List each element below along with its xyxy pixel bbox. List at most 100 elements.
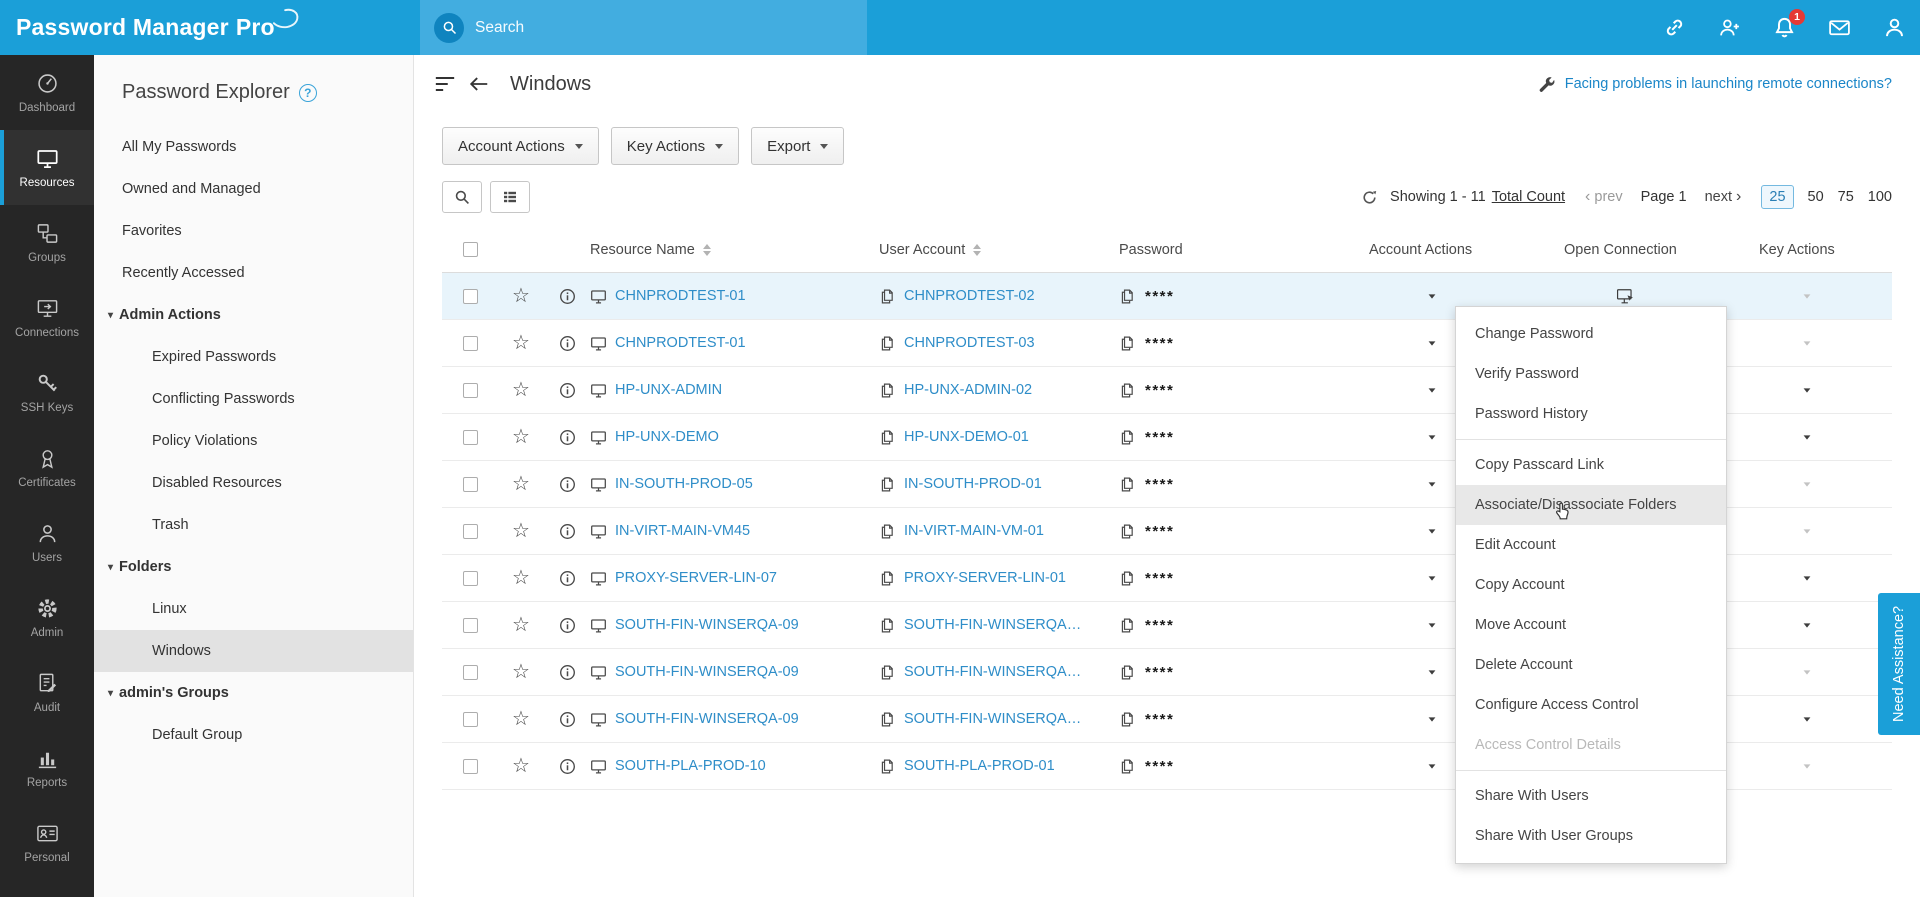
nav-item-connections[interactable]: Connections [0, 280, 94, 355]
info-icon[interactable] [559, 335, 576, 352]
menu-item-share-with-users[interactable]: Share With Users [1456, 776, 1726, 816]
key-actions-button[interactable] [1799, 575, 1811, 581]
resource-link[interactable]: IN-VIRT-MAIN-VM45 [615, 523, 750, 539]
explorer-item-admin-s-groups[interactable]: ▾ admin's Groups [94, 672, 413, 714]
resource-link[interactable]: SOUTH-FIN-WINSERQA-09 [615, 664, 799, 680]
nav-item-reports[interactable]: Reports [0, 730, 94, 805]
menu-item-delete-account[interactable]: Delete Account [1456, 645, 1726, 685]
copy-icon[interactable] [1119, 664, 1136, 681]
key-actions-button[interactable] [1799, 434, 1811, 440]
explorer-item-favorites[interactable]: Favorites [94, 210, 413, 252]
row-checkbox[interactable] [462, 570, 478, 586]
page-size-75[interactable]: 75 [1838, 189, 1854, 205]
copy-icon[interactable] [1119, 570, 1136, 587]
info-icon[interactable] [559, 758, 576, 775]
nav-item-certificates[interactable]: Certificates [0, 430, 94, 505]
copy-icon[interactable] [1119, 429, 1136, 446]
nav-item-resources[interactable]: Resources [0, 130, 94, 205]
explorer-item-admin-actions[interactable]: ▾ Admin Actions [94, 294, 413, 336]
account-actions-button[interactable] [1424, 669, 1436, 675]
resource-link[interactable]: CHNPRODTEST-01 [615, 288, 746, 304]
menu-item-copy-passcard-link[interactable]: Copy Passcard Link [1456, 445, 1726, 485]
account-actions-button[interactable] [1424, 293, 1436, 299]
key-actions-button[interactable] [1799, 716, 1811, 722]
key-actions-button[interactable] [1799, 340, 1811, 346]
column-header-resource-name[interactable]: Resource Name [590, 242, 879, 258]
open-connection-button[interactable] [1616, 287, 1635, 306]
total-count-link[interactable]: Total Count [1492, 189, 1565, 205]
copy-icon[interactable] [1119, 335, 1136, 352]
refresh-button[interactable] [1361, 189, 1378, 206]
menu-collapse-icon[interactable] [434, 73, 456, 95]
remote-connection-help-link[interactable]: Facing problems in launching remote conn… [1565, 76, 1892, 92]
copy-icon[interactable] [879, 711, 896, 728]
resource-link[interactable]: SOUTH-PLA-PROD-10 [615, 758, 766, 774]
row-checkbox[interactable] [462, 382, 478, 398]
account-link[interactable]: HP-UNX-ADMIN-02 [904, 382, 1032, 398]
account-actions-button[interactable] [1424, 387, 1436, 393]
key-actions-button[interactable] [1799, 622, 1811, 628]
global-search[interactable] [420, 0, 867, 55]
key-actions-button[interactable] [1799, 481, 1811, 487]
explorer-item-all-my-passwords[interactable]: All My Passwords [94, 126, 413, 168]
back-arrow-icon[interactable] [468, 73, 490, 95]
copy-icon[interactable] [1119, 523, 1136, 540]
favorite-star-icon[interactable]: ☆ [512, 380, 530, 400]
copy-icon[interactable] [1119, 711, 1136, 728]
menu-item-configure-access-control[interactable]: Configure Access Control [1456, 685, 1726, 725]
nav-item-groups[interactable]: Groups [0, 205, 94, 280]
account-actions-button[interactable] [1424, 575, 1436, 581]
key-actions-button[interactable] [1799, 528, 1811, 534]
copy-icon[interactable] [1119, 288, 1136, 305]
copy-icon[interactable] [1119, 617, 1136, 634]
copy-icon[interactable] [879, 758, 896, 775]
favorite-star-icon[interactable]: ☆ [512, 333, 530, 353]
explorer-item-disabled-resources[interactable]: Disabled Resources [94, 462, 413, 504]
favorite-star-icon[interactable]: ☆ [512, 286, 530, 306]
account-link[interactable]: SOUTH-FIN-WINSERQA… [904, 711, 1081, 727]
column-header-user-account[interactable]: User Account [879, 242, 1119, 258]
account-link[interactable]: IN-VIRT-MAIN-VM-01 [904, 523, 1044, 539]
info-icon[interactable] [559, 617, 576, 634]
sort-icon[interactable] [702, 243, 711, 256]
copy-icon[interactable] [879, 617, 896, 634]
prev-page-button[interactable]: ‹ prev [1585, 188, 1623, 206]
menu-item-edit-account[interactable]: Edit Account [1456, 525, 1726, 565]
chain-icon[interactable] [1663, 16, 1686, 39]
favorite-star-icon[interactable]: ☆ [512, 427, 530, 447]
account-link[interactable]: SOUTH-FIN-WINSERQA… [904, 664, 1081, 680]
next-page-button[interactable]: next › [1705, 188, 1742, 206]
explorer-item-linux[interactable]: Linux [94, 588, 413, 630]
explorer-item-default-group[interactable]: Default Group [94, 714, 413, 756]
sort-icon[interactable] [973, 243, 982, 256]
need-assistance-tab[interactable]: Need Assistance? [1878, 593, 1920, 735]
row-checkbox[interactable] [462, 429, 478, 445]
menu-item-password-history[interactable]: Password History [1456, 394, 1726, 434]
account-link[interactable]: CHNPRODTEST-03 [904, 335, 1035, 351]
profile-icon[interactable] [1883, 16, 1906, 39]
favorite-star-icon[interactable]: ☆ [512, 474, 530, 494]
resource-link[interactable]: SOUTH-FIN-WINSERQA-09 [615, 711, 799, 727]
search-input[interactable] [475, 18, 853, 37]
explorer-item-conflicting-passwords[interactable]: Conflicting Passwords [94, 378, 413, 420]
bell-icon[interactable]: 1 [1773, 9, 1805, 39]
account-actions-button[interactable] [1424, 763, 1436, 769]
copy-icon[interactable] [879, 664, 896, 681]
account-link[interactable]: SOUTH-PLA-PROD-01 [904, 758, 1055, 774]
explorer-item-recently-accessed[interactable]: Recently Accessed [94, 252, 413, 294]
account-actions-button[interactable] [1424, 434, 1436, 440]
explorer-item-folders[interactable]: ▾ Folders [94, 546, 413, 588]
mail-icon[interactable] [1828, 16, 1851, 39]
copy-icon[interactable] [1119, 476, 1136, 493]
account-link[interactable]: CHNPRODTEST-02 [904, 288, 1035, 304]
export-dropdown[interactable]: Export [751, 127, 845, 165]
menu-item-copy-account[interactable]: Copy Account [1456, 565, 1726, 605]
explorer-item-owned-and-managed[interactable]: Owned and Managed [94, 168, 413, 210]
menu-item-verify-password[interactable]: Verify Password [1456, 354, 1726, 394]
nav-item-admin[interactable]: Admin [0, 580, 94, 655]
info-icon[interactable] [559, 476, 576, 493]
explorer-item-trash[interactable]: Trash [94, 504, 413, 546]
info-icon[interactable] [559, 429, 576, 446]
resource-link[interactable]: CHNPRODTEST-01 [615, 335, 746, 351]
page-size-50[interactable]: 50 [1808, 189, 1824, 205]
